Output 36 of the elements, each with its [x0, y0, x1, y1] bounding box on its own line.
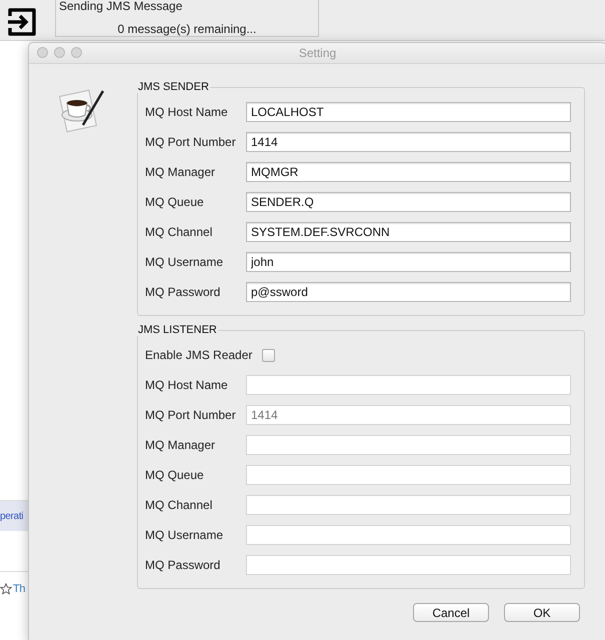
star-icon[interactable] — [0, 583, 12, 595]
close-icon[interactable] — [37, 47, 48, 58]
minimize-icon[interactable] — [54, 47, 65, 58]
checkbox-label: Enable JMS Reader — [145, 348, 252, 362]
dialog-button[interactable]: Cancel — [413, 603, 489, 622]
field-label: MQ Port Number — [145, 135, 237, 149]
field-label: MQ Password — [145, 558, 222, 572]
field-label: MQ Channel — [145, 498, 214, 512]
field-label: MQ Channel — [145, 225, 214, 239]
group-title: JMS LISTENER — [137, 324, 218, 336]
group-title: Sending JMS Message — [59, 0, 182, 13]
field-label: MQ Queue — [145, 468, 205, 482]
input-field[interactable]: SENDER.Q — [246, 192, 571, 212]
status-text: 0 message(s) remaining... — [118, 22, 256, 36]
field-label: MQ Host Name — [145, 378, 229, 392]
field-label: MQ Host Name — [145, 105, 229, 119]
field-label: MQ Password — [145, 285, 222, 299]
input-field[interactable]: 1414 — [246, 132, 571, 152]
input-field[interactable]: p@ssword — [246, 282, 571, 302]
group-title: JMS SENDER — [137, 81, 210, 93]
zoom-icon[interactable] — [71, 47, 82, 58]
input-field[interactable]: john — [246, 252, 571, 272]
field-label: MQ Manager — [145, 438, 216, 452]
checkbox[interactable] — [262, 348, 276, 362]
exit-icon[interactable] — [6, 6, 38, 38]
field-label: MQ Username — [145, 528, 224, 542]
field-label: MQ Manager — [145, 165, 216, 179]
input-field[interactable]: MQMGR — [246, 162, 571, 182]
dialog-button[interactable]: OK — [504, 603, 580, 622]
input-field[interactable]: SYSTEM.DEF.SVRCONN — [246, 222, 571, 242]
field-label: MQ Username — [145, 255, 224, 269]
field-label: MQ Queue — [145, 195, 205, 209]
list-item[interactable]: perati — [0, 500, 28, 531]
input-field[interactable]: LOCALHOST — [246, 102, 571, 122]
window-title: Setting — [298, 46, 336, 60]
field-label: MQ Port Number — [145, 408, 237, 422]
